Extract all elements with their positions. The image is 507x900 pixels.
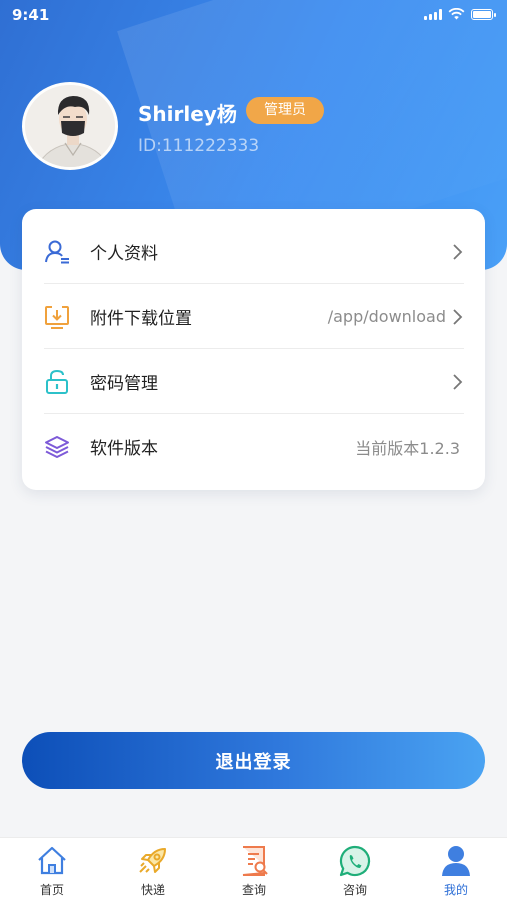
layers-icon bbox=[45, 435, 69, 458]
lock-icon bbox=[46, 369, 68, 394]
version-value: 当前版本1.2.3 bbox=[355, 438, 460, 458]
wifi-icon bbox=[448, 8, 465, 20]
tab-mine[interactable]: 我的 bbox=[416, 844, 496, 898]
menu-item-label: 附件下载位置 bbox=[90, 309, 192, 329]
chevron-right-icon bbox=[453, 243, 463, 260]
menu-item-label: 密码管理 bbox=[90, 374, 158, 394]
user-icon bbox=[442, 846, 470, 876]
tab-label: 查询 bbox=[241, 883, 266, 897]
home-icon bbox=[38, 846, 66, 875]
tab-home[interactable]: 首页 bbox=[12, 844, 92, 898]
download-path-value: /app/download bbox=[327, 307, 446, 326]
role-badge: 管理员 bbox=[246, 97, 324, 124]
tab-label: 快递 bbox=[140, 883, 165, 897]
signal-icon bbox=[424, 8, 442, 20]
status-time: 9:41 bbox=[12, 6, 50, 24]
tab-label: 首页 bbox=[39, 883, 64, 897]
avatar[interactable] bbox=[22, 82, 118, 170]
user-profile-icon bbox=[45, 240, 69, 263]
menu-item-label: 个人资料 bbox=[90, 244, 158, 264]
bottom-tab-bar: 首页 快递 查询 咨询 我的 bbox=[0, 837, 507, 900]
menu-item-version[interactable]: 软件版本 当前版本1.2.3 bbox=[44, 414, 464, 479]
chevron-right-icon bbox=[453, 308, 463, 325]
menu-item-download-location[interactable]: 附件下载位置 /app/download bbox=[44, 284, 464, 349]
user-name: Shirley杨 bbox=[138, 102, 237, 126]
download-tray-icon bbox=[45, 305, 69, 329]
settings-menu-card: 个人资料 附件下载位置 /app/download 密码管理 软件版本 当前版本… bbox=[22, 209, 485, 490]
menu-item-label: 软件版本 bbox=[90, 439, 158, 459]
tab-query[interactable]: 查询 bbox=[214, 844, 294, 898]
whatsapp-chat-icon bbox=[339, 845, 371, 877]
menu-item-password[interactable]: 密码管理 bbox=[44, 349, 464, 414]
battery-icon bbox=[471, 8, 496, 20]
document-search-icon bbox=[242, 846, 268, 876]
status-icons bbox=[424, 8, 496, 20]
user-id: ID:111222333 bbox=[138, 136, 260, 156]
status-bar: 9:41 bbox=[0, 0, 507, 30]
rocket-icon bbox=[139, 848, 166, 873]
menu-item-profile[interactable]: 个人资料 bbox=[44, 219, 464, 284]
tab-label: 我的 bbox=[443, 883, 468, 897]
tab-label: 咨询 bbox=[342, 883, 367, 897]
logout-button[interactable]: 退出登录 bbox=[22, 732, 485, 789]
tab-express[interactable]: 快递 bbox=[113, 844, 193, 898]
chevron-right-icon bbox=[453, 373, 463, 390]
tab-consult[interactable]: 咨询 bbox=[315, 844, 395, 898]
